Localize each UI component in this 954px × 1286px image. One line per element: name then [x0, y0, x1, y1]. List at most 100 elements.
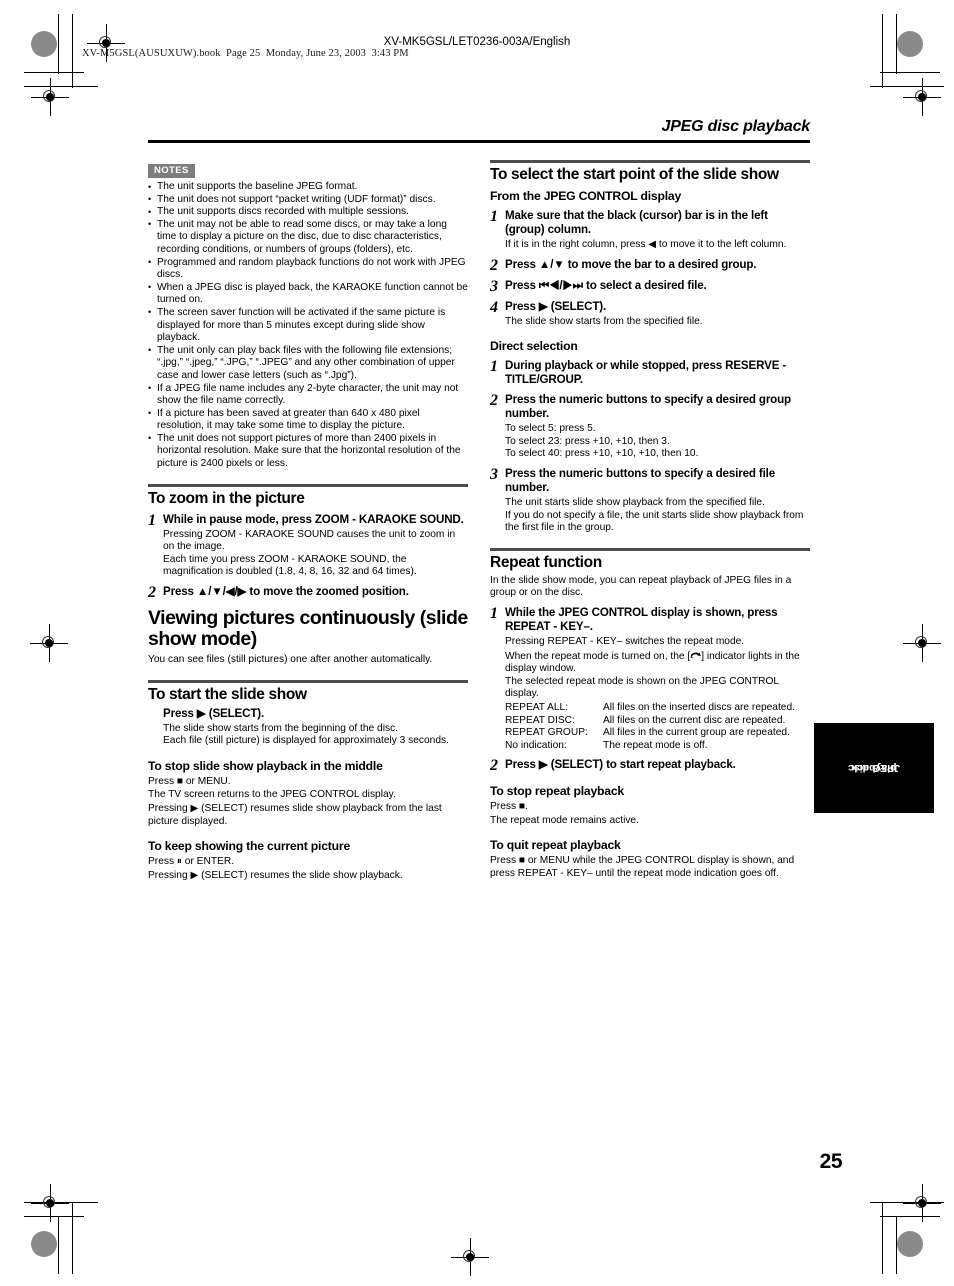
repeat-mode-row: REPEAT GROUP: All files in the current g…: [505, 727, 810, 740]
book-file-stamp: XV-M5GSL(AUSUXUW).book Page 25 Monday, J…: [82, 48, 409, 59]
model-header: XV-MK5GSL/LET0236-003A/English: [383, 36, 571, 48]
stop-slide-show-note: Pressing ▶ (SELECT) resumes slide show p…: [148, 803, 442, 827]
step-title: During playback or while stopped, press …: [505, 359, 787, 387]
crop-mark-top-right-h: [880, 72, 940, 73]
step-note: If it is in the right column, press ◀ to…: [505, 239, 787, 250]
crop-mark-top-left-v2: [72, 14, 73, 88]
page-header: JPEG disc playback: [148, 118, 810, 143]
repeat-mode-row: No indication: The repeat mode is off.: [505, 740, 810, 753]
start-slide-show-note: Each file (still picture) is displayed f…: [163, 735, 449, 747]
step-title: Press ▶ (SELECT).: [505, 299, 607, 313]
registration-mark-bottom-center: [451, 1238, 489, 1276]
step-number: 1: [148, 511, 156, 529]
section-rule-start-point: [490, 160, 810, 163]
step-number: 3: [490, 465, 498, 483]
heading-keep-showing-picture: To keep showing the current picture: [148, 839, 351, 854]
note-item: The unit supports the baseline JPEG form…: [148, 181, 468, 194]
heading-from-jpeg-control-display: From the JPEG CONTROL display: [490, 189, 682, 203]
registration-mark-top-right: [903, 78, 941, 116]
chapter-side-tab: JPEG disc playback: [814, 723, 934, 813]
repeat-mode-definitions: REPEAT ALL: All files on the inserted di…: [505, 702, 810, 752]
step-content: Press ▶ (SELECT) to start repeat playbac…: [505, 758, 810, 773]
step-zoom-1: 1 While in pause mode, press ZOOM - KARA…: [148, 511, 468, 579]
repeat-loop-icon: [690, 651, 701, 660]
step-number: 2: [490, 757, 498, 775]
step-direct-2: 2 Press the numeric buttons to specify a…: [490, 393, 810, 461]
note-item: The unit does not support “packet writin…: [148, 193, 468, 207]
note-item: When a JPEG disc is played back, the KAR…: [148, 281, 468, 307]
start-slide-show-body: Press ▶ (SELECT). The slide show starts …: [163, 707, 468, 748]
step-content: Press the numeric buttons to specify a d…: [505, 393, 810, 461]
step-note: To select 5: press 5.: [505, 423, 596, 435]
step-direct-1: 1 During playback or while stopped, pres…: [490, 359, 810, 387]
step-title: Make sure that the black (cursor) bar is…: [505, 209, 768, 236]
step-note: The slide show starts from the specified…: [505, 315, 703, 327]
chapter-title: JPEG disc playback: [661, 118, 811, 135]
keep-showing-note: Pressing ▶ (SELECT) resumes the slide sh…: [148, 869, 403, 881]
crop-mark-bottom-left-v2: [72, 1202, 73, 1274]
step-title: Press ▲/▼ to move the bar to a desired g…: [505, 257, 757, 271]
start-slide-show-press: Press ▶ (SELECT).: [163, 706, 265, 720]
crop-mark-top-left-h: [24, 72, 84, 73]
step-content: Make sure that the black (cursor) bar is…: [505, 209, 810, 252]
step-content: Press the numeric buttons to specify a d…: [505, 467, 810, 535]
step-note: The selected repeat mode is shown on the…: [505, 675, 779, 700]
page-number: 25: [819, 1150, 843, 1173]
step-number: 2: [490, 392, 498, 410]
step-direct-3: 3 Press the numeric buttons to specify a…: [490, 465, 810, 535]
repeat-mode-desc: All files on the inserted discs are repe…: [603, 701, 795, 713]
step-number: 3: [490, 277, 498, 295]
crop-mark-top-right-v2: [882, 14, 883, 88]
left-column: NOTES The unit supports the baseline JPE…: [148, 160, 468, 882]
notes-badge: NOTES: [148, 164, 195, 178]
step-startpoint-3: 3 Press ⏮◀/▶⏭ to select a desired file.: [490, 277, 810, 295]
step-startpoint-1: 1 Make sure that the black (cursor) bar …: [490, 209, 810, 252]
heading-select-start-point: To select the start point of the slide s…: [490, 166, 779, 183]
keep-showing-note: Press ⏸ or ENTER.: [148, 856, 235, 868]
heading-stop-slide-show: To stop slide show playback in the middl…: [148, 758, 383, 773]
step-number: 1: [490, 604, 498, 622]
step-zoom-2: 2 Press ▲/▼/◀/▶ to move the zoomed posit…: [148, 585, 468, 601]
step-title: Press the numeric buttons to specify a d…: [505, 466, 776, 494]
section-rule-repeat: [490, 547, 810, 551]
stop-repeat-note: The repeat mode remains active.: [490, 814, 639, 826]
notes-block: NOTES The unit supports the baseline JPE…: [148, 160, 468, 471]
note-item: The screen saver function will be activa…: [148, 306, 468, 345]
crop-mark-bottom-right-v2: [882, 1202, 883, 1274]
repeat-mode-term: No indication:: [505, 739, 567, 751]
stop-repeat-note: Press ■.: [490, 801, 528, 813]
heading-repeat-function: Repeat function: [490, 553, 602, 571]
step-content: While the JPEG CONTROL display is shown,…: [505, 606, 810, 752]
notes-list: The unit supports the baseline JPEG form…: [148, 181, 468, 471]
repeat-mode-desc: All files in the current group are repea…: [603, 727, 790, 739]
step-content: While in pause mode, press ZOOM - KARAOK…: [163, 513, 468, 579]
step-note: To select 23: press +10, +10, then 3.: [505, 435, 670, 447]
note-item: The unit does not support pictures of mo…: [148, 432, 468, 471]
heading-stop-repeat-playback: To stop repeat playback: [490, 784, 625, 799]
print-color-dot-bottom-right: [897, 1231, 923, 1257]
print-color-dot-bottom-left: [31, 1231, 57, 1257]
heading-slide-show-mode: Viewing pictures continuously (slide sho…: [148, 607, 468, 651]
content-columns: NOTES The unit supports the baseline JPE…: [148, 160, 810, 882]
slide-show-lead: You can see files (still pictures) one a…: [148, 654, 433, 666]
section-rule-start-slide-show: [148, 679, 468, 683]
start-slide-show-note: The slide show starts from the beginning…: [163, 722, 398, 734]
step-title: While the JPEG CONTROL display is shown,…: [505, 605, 778, 633]
repeat-mode-term: REPEAT ALL:: [505, 701, 569, 713]
section-rule-zoom: [148, 483, 468, 487]
registration-mark-left-middle: [30, 624, 68, 662]
step-title: Press ▶ (SELECT) to start repeat playbac…: [505, 758, 736, 772]
crop-mark-bottom-left-h: [24, 1216, 84, 1217]
registration-mark-bottom-left: [31, 1184, 69, 1222]
step-number: 1: [490, 358, 498, 376]
registration-mark-top-left: [31, 78, 69, 116]
step-title: Press the numeric buttons to specify a d…: [505, 393, 791, 421]
chapter-rule: [148, 140, 810, 143]
repeat-lead: In the slide show mode, you can repeat p…: [490, 574, 792, 599]
step-title: While in pause mode, press ZOOM - KARAOK…: [163, 512, 464, 526]
step-repeat-1: 1 While the JPEG CONTROL display is show…: [490, 604, 810, 752]
stop-slide-show-note: The TV screen returns to the JPEG CONTRO…: [148, 789, 396, 801]
heading-zoom-in-picture: To zoom in the picture: [148, 489, 305, 507]
note-item: The unit supports discs recorded with mu…: [148, 206, 468, 219]
note-item: If a JPEG file name includes any 2-byte …: [148, 382, 468, 408]
